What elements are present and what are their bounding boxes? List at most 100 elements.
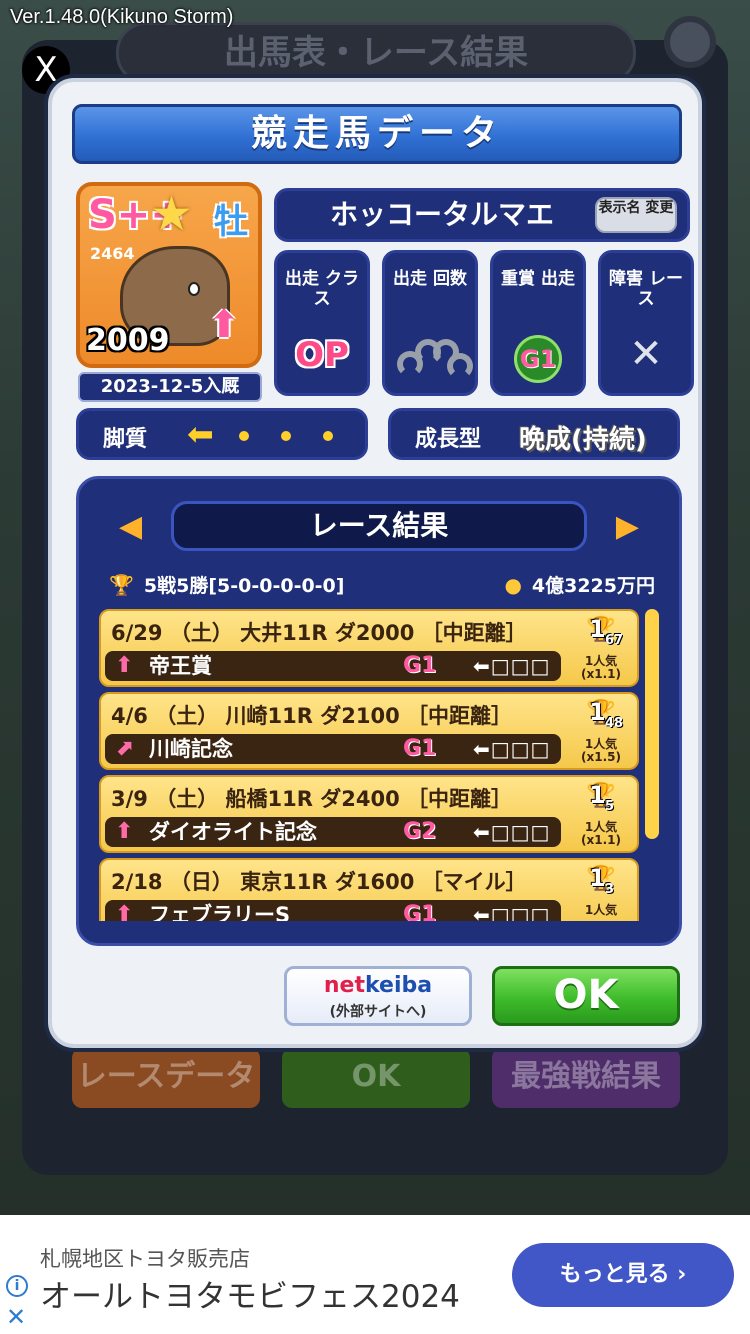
race-date: 3/9: [111, 787, 148, 811]
rename-button[interactable]: 表示名 変更: [595, 197, 677, 233]
trend-arrow-icon: ⬆: [115, 819, 134, 844]
race-row[interactable]: 3/9 （土） 船橋11R ダ2400 ［中距離］ ⬆ ダイオライト記念 G2 …: [99, 775, 639, 853]
finish-rank: 🏆 1 5: [569, 781, 633, 814]
race-course: ダ2000: [334, 621, 415, 645]
entry-date: 2023-12-5入厩: [78, 372, 262, 402]
race-name-bar: ⬆ ダイオライト記念 G2 ⬅□□□: [105, 817, 561, 847]
prev-arrow-icon[interactable]: ◀: [119, 509, 142, 544]
trend-arrow-icon: ⬆: [115, 902, 134, 921]
bg-race-data-button: レースデータ: [72, 1048, 260, 1108]
popularity: 1人気 (x1.1): [569, 655, 633, 681]
race-list-scrollbar[interactable]: [645, 609, 659, 839]
stat-runs: 出走 回数: [382, 250, 478, 396]
stat-class-label: 出走 クラス: [285, 269, 359, 309]
ok-button[interactable]: OK: [492, 966, 680, 1026]
position-boxes: ⬅□□□: [473, 737, 551, 761]
stat-class: 出走 クラス OP: [274, 250, 370, 396]
growth-type-label: 成長型: [415, 427, 482, 452]
field-size: 3: [605, 882, 615, 897]
info-icon[interactable]: i: [6, 1275, 28, 1297]
running-style-box: 脚質 ⬅: [76, 408, 368, 460]
dot-icon: [239, 431, 249, 441]
race-distance: ［中距離］: [407, 787, 513, 811]
horseshoe-icon: [397, 333, 473, 383]
horse-name-box: ホッコータルマエ 表示名 変更: [274, 188, 690, 242]
trend-arrow-icon: ⬆: [115, 653, 134, 678]
field-size: 5: [605, 799, 615, 814]
race-date: 4/6: [111, 704, 148, 728]
running-style-label: 脚質: [103, 427, 148, 452]
netkeiba-logo: netkeiba: [287, 969, 469, 1001]
finish-rank: 🏆 1 3: [569, 864, 633, 897]
stat-graded: 重賞 出走 G1: [490, 250, 586, 396]
race-info: 4/6 （土） 川崎11R ダ2100 ［中距離］: [111, 700, 512, 730]
record-summary: 🏆 5戦5勝[5-0-0-0-0-0]: [109, 571, 344, 598]
ad-headline: オールトヨタモビフェス2024: [40, 1279, 460, 1315]
horse-eye: [188, 282, 200, 296]
field-size: 67: [605, 633, 624, 648]
finish-rank: 🏆 1 67: [569, 615, 633, 648]
race-row[interactable]: 2/18 （日） 東京11R ダ1600 ［マイル］ ⬆ フェブラリーS G1 …: [99, 858, 639, 921]
record-summary-text: 5戦5勝[5-0-0-0-0-0]: [143, 575, 345, 597]
race-day: （日）: [169, 870, 233, 894]
race-day: （土）: [169, 621, 233, 645]
race-distance: ［中距離］: [421, 621, 527, 645]
position-boxes: ⬅□□□: [473, 903, 551, 921]
race-list[interactable]: 6/29 （土） 大井11R ダ2000 ［中距離］ ⬆ 帝王賞 G1 ⬅□□□…: [99, 609, 639, 921]
race-course: ダ1600: [334, 870, 415, 894]
race-grade: G1: [403, 653, 437, 678]
field-size: 48: [605, 716, 624, 731]
up-arrow-icon: ⬆: [208, 302, 240, 346]
race-name-bar: ⬆ フェブラリーS G1 ⬅□□□: [105, 900, 561, 921]
race-venue: 船橋11R: [225, 787, 313, 811]
race-venue: 東京11R: [240, 870, 328, 894]
next-arrow-icon[interactable]: ▶: [616, 509, 639, 544]
stat-runs-label: 出走 回数: [393, 269, 467, 289]
popularity: 1人気 (x1.1): [569, 821, 633, 847]
race-row[interactable]: 4/6 （土） 川崎11R ダ2100 ［中距離］ ⬈ 川崎記念 G1 ⬅□□□…: [99, 692, 639, 770]
trophy-icon: 🏆: [109, 573, 134, 597]
race-grade: G1: [403, 902, 437, 921]
popularity: 1人気 (x1.5): [569, 738, 633, 764]
race-distance: ［中距離］: [407, 704, 513, 728]
race-info: 6/29 （土） 大井11R ダ2000 ［中距離］: [111, 617, 527, 647]
ad-more-button[interactable]: もっと見る ›: [512, 1243, 734, 1307]
stat-hurdle-label: 障害 レース: [609, 269, 683, 309]
horse-birth-year: 2009: [86, 323, 170, 358]
race-results-header: レース結果: [171, 501, 587, 551]
odds: (x1.1): [581, 833, 621, 847]
race-grade: G2: [403, 819, 437, 844]
position-boxes: ⬅□□□: [473, 820, 551, 844]
growth-type-value: 晩成(持続): [519, 425, 647, 455]
race-row[interactable]: 6/29 （土） 大井11R ダ2000 ［中距離］ ⬆ 帝王賞 G1 ⬅□□□…: [99, 609, 639, 687]
ad-banner[interactable]: i ✕ 札幌地区トヨタ販売店 オールトヨタモビフェス2024 もっと見る ›: [0, 1215, 750, 1334]
netkeiba-sub: (外部サイトへ): [329, 1004, 427, 1020]
horse-data-modal: 競走馬データ S++ ★ 牡 2464 ⬆ 2009 2023-12-5入厩 ホ…: [48, 78, 702, 1048]
race-venue: 川崎11R: [225, 704, 313, 728]
race-info: 2/18 （日） 東京11R ダ1600 ［マイル］: [111, 866, 527, 896]
close-icon[interactable]: ✕: [6, 1303, 26, 1331]
race-name: フェブラリーS: [149, 903, 291, 921]
race-day: （土）: [155, 787, 219, 811]
race-venue: 大井11R: [240, 621, 328, 645]
race-date: 6/29: [111, 621, 163, 645]
race-info: 3/9 （土） 船橋11R ダ2400 ［中距離］: [111, 783, 512, 813]
stat-class-value: OP: [295, 335, 349, 375]
stat-graded-badge-wrap: G1: [493, 335, 583, 383]
race-date: 2/18: [111, 870, 163, 894]
race-distance: ［マイル］: [421, 870, 527, 894]
version-label: Ver.1.48.0(Kikuno Storm): [10, 6, 234, 28]
stat-graded-label: 重賞 出走: [501, 269, 575, 289]
netkeiba-button[interactable]: netkeiba (外部サイトへ): [284, 966, 472, 1026]
finish-place: 1: [589, 615, 606, 643]
race-name: 川崎記念: [149, 737, 233, 761]
prize-money: ● 4億3225万円: [504, 571, 655, 598]
horse-name: ホッコータルマエ: [329, 198, 554, 231]
finish-place: 1: [589, 698, 606, 726]
race-name: ダイオライト記念: [149, 820, 317, 844]
gear-icon: [664, 16, 716, 68]
race-name-bar: ⬈ 川崎記念 G1 ⬅□□□: [105, 734, 561, 764]
dot-icon: [323, 431, 333, 441]
prize-money-text: 4億3225万円: [531, 575, 655, 597]
bg-ok-button: OK: [282, 1048, 470, 1108]
